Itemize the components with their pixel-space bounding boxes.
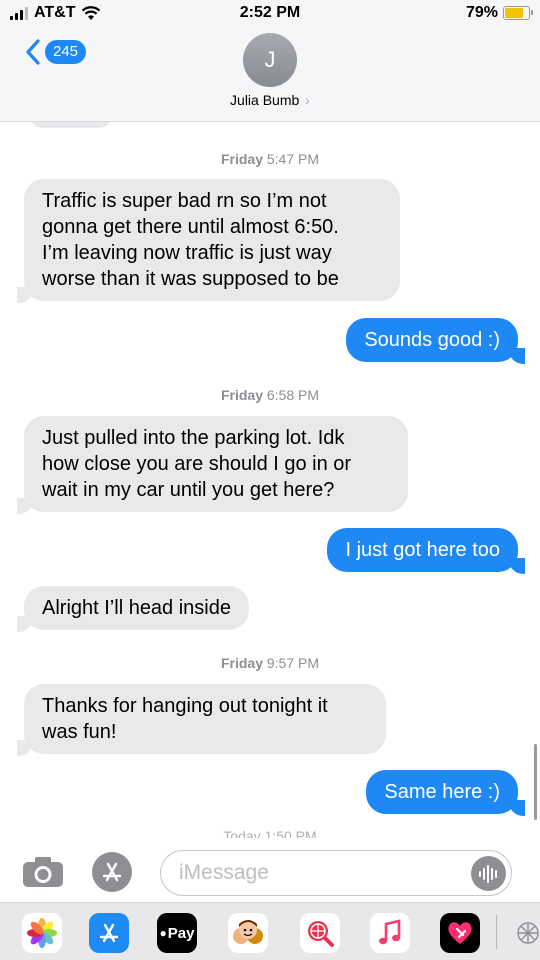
message-input[interactable] xyxy=(179,861,459,885)
sent-message[interactable]: Same here :) xyxy=(366,770,518,814)
message-text: Sounds good :) xyxy=(364,329,500,351)
music-app-icon[interactable] xyxy=(370,913,410,953)
app-store-icon xyxy=(102,862,122,882)
message-line: worse than it was supposed to be xyxy=(42,268,339,290)
bubble-tail xyxy=(509,348,525,364)
timestamp-day: Friday xyxy=(220,387,263,403)
timestamp: Friday 6:58 PM xyxy=(0,387,540,403)
web-search-app-icon[interactable] xyxy=(300,913,340,953)
grid-dots-icon xyxy=(517,922,539,944)
battery-icon xyxy=(503,6,533,20)
photos-flower-icon xyxy=(27,918,57,948)
message-thread[interactable]: Friday 5:47 PM Traffic is super bad rn s… xyxy=(0,122,540,838)
timestamp: Friday 9:57 PM xyxy=(0,655,540,671)
compose-bar xyxy=(0,838,540,902)
message-line: Traffic is super bad rn so I’m not xyxy=(42,190,327,212)
message-line: Thanks for hanging out tonight it xyxy=(42,695,328,717)
timestamp-day: Friday xyxy=(220,151,263,167)
contact-avatar[interactable]: J xyxy=(243,33,297,87)
bubble-tail xyxy=(17,287,33,303)
timestamp-day: Friday xyxy=(220,655,263,671)
drawer-divider xyxy=(496,915,497,949)
chevron-left-icon xyxy=(26,39,40,65)
message-input-field[interactable] xyxy=(160,850,512,896)
apple-pay-label: Pay xyxy=(167,924,195,942)
memoji-app-icon[interactable] xyxy=(228,913,268,953)
status-time: 2:52 PM xyxy=(239,4,301,21)
message-line: how close you are should I go in or xyxy=(42,453,352,475)
bubble-tail xyxy=(17,740,33,756)
timestamp: Friday 5:47 PM xyxy=(0,151,540,167)
app-store-glyph-icon xyxy=(99,923,119,943)
back-button[interactable]: 245 xyxy=(24,38,87,66)
sent-message[interactable]: I just got here too xyxy=(327,528,518,572)
apple-logo-icon: ● xyxy=(159,926,167,940)
status-right: 79% xyxy=(465,4,533,22)
message-bubble-partial[interactable] xyxy=(30,122,112,128)
chevron-right-icon: › xyxy=(305,92,310,108)
received-message[interactable]: Thanks for hanging out tonight it was fu… xyxy=(24,684,386,754)
timestamp-time: 9:57 PM xyxy=(266,655,320,671)
bubble-tail xyxy=(17,616,33,632)
message-line: I’m leaving now traffic is just way xyxy=(42,242,332,264)
unread-count-badge: 245 xyxy=(45,40,87,64)
scroll-indicator[interactable] xyxy=(534,744,537,820)
app-store-button[interactable] xyxy=(92,852,132,892)
received-message[interactable]: Traffic is super bad rn so I’m not gonna… xyxy=(24,179,400,301)
message-text: I just got here too xyxy=(345,539,500,561)
bubble-tail xyxy=(509,558,525,574)
message-text: Same here :) xyxy=(384,781,500,803)
sent-message[interactable]: Sounds good :) xyxy=(346,318,518,362)
timestamp-partial: Today 1:50 PM xyxy=(223,828,317,838)
message-line: wait in my car until you get here? xyxy=(42,479,335,501)
music-note-icon xyxy=(379,919,401,945)
status-bar: AT&T 2:52 PM 79% xyxy=(0,0,540,30)
audio-message-icon xyxy=(478,864,497,883)
apple-pay-app-icon[interactable]: ● Pay xyxy=(157,913,197,953)
imessage-app-drawer: ● Pay xyxy=(0,902,540,960)
timestamp-time: 5:47 PM xyxy=(266,151,320,167)
more-apps-icon[interactable] xyxy=(508,913,540,953)
heart-touch-icon xyxy=(448,922,472,944)
timestamp-time: 6:58 PM xyxy=(266,387,320,403)
photos-app-icon[interactable] xyxy=(22,913,62,953)
digital-touch-app-icon[interactable] xyxy=(440,913,480,953)
bubble-tail xyxy=(17,498,33,514)
memoji-faces-icon xyxy=(233,920,263,944)
globe-search-icon xyxy=(308,921,334,947)
battery-percent: 79% xyxy=(465,4,498,21)
received-message[interactable]: Just pulled into the parking lot. Idk ho… xyxy=(24,416,408,512)
camera-icon[interactable] xyxy=(22,856,64,888)
contact-name-label: Julia Bumb xyxy=(230,92,300,108)
contact-name[interactable]: Julia Bumb › xyxy=(0,92,540,108)
message-line: was fun! xyxy=(42,721,117,743)
app-store-app-icon[interactable] xyxy=(89,913,129,953)
audio-message-button[interactable] xyxy=(471,856,506,891)
received-message[interactable]: Alright I’ll head inside xyxy=(24,586,249,630)
message-line: Just pulled into the parking lot. Idk xyxy=(42,427,345,449)
message-text: Alright I’ll head inside xyxy=(42,597,231,619)
message-line: gonna get there until almost 6:50. xyxy=(42,216,339,238)
bubble-tail xyxy=(509,800,525,816)
